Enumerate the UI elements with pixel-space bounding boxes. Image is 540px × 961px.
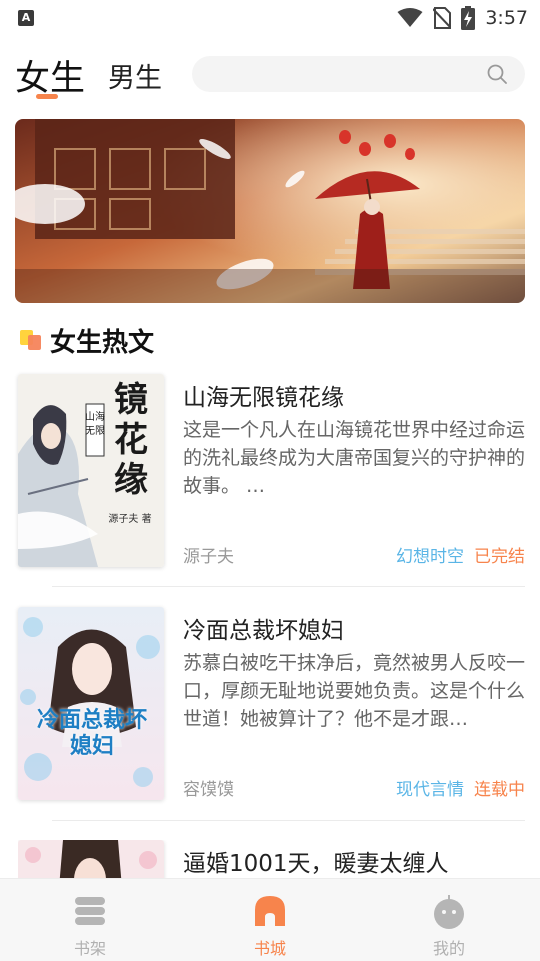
nav-profile[interactable]: 我的 bbox=[399, 889, 499, 959]
book-tags: 现代言情 连载中 bbox=[396, 775, 525, 800]
divider bbox=[52, 820, 525, 821]
book-cover[interactable]: 山海 无限 镜花缘 源子夫 著 bbox=[18, 374, 164, 567]
search-bar[interactable] bbox=[192, 56, 525, 92]
section-icon bbox=[20, 329, 42, 351]
nav-label: 我的 bbox=[432, 939, 465, 958]
nav-bookshelf[interactable]: 书架 bbox=[40, 889, 140, 959]
active-tab-indicator bbox=[36, 94, 58, 99]
book-tags: 幻想时空 已完结 bbox=[396, 542, 525, 567]
promo-banner[interactable] bbox=[15, 119, 525, 303]
no-sim-icon bbox=[433, 7, 452, 29]
svg-text:无限: 无限 bbox=[85, 425, 105, 437]
book-item[interactable]: 山海 无限 镜花缘 源子夫 著 山海无限镜花缘 这是一个凡人在山海镜花世界中经过… bbox=[18, 374, 525, 572]
book-item[interactable]: 逼婚1001天，暖妻太缠人 bbox=[18, 840, 525, 878]
cover-author: 源子夫 著 bbox=[108, 514, 152, 525]
book-title[interactable]: 逼婚1001天，暖妻太缠人 bbox=[183, 844, 449, 878]
divider bbox=[52, 586, 525, 587]
book-author: 容馍馍 bbox=[183, 780, 234, 800]
bottom-nav: 书架 书城 我的 bbox=[0, 878, 540, 961]
search-icon[interactable] bbox=[487, 64, 507, 84]
status-icons: 3:57 bbox=[397, 5, 528, 31]
header: 女生 男生 bbox=[0, 44, 540, 104]
book-item[interactable]: 冷面总裁坏媳妇 冷面总裁坏媳妇 苏慕白被吃干抹净后，竟然被男人反咬一口，厚颜无耻… bbox=[18, 607, 525, 805]
book-cover[interactable]: 冷面总裁坏媳妇 bbox=[18, 607, 164, 800]
book-cover[interactable] bbox=[18, 840, 164, 878]
section-header: 女生热文 bbox=[20, 322, 154, 358]
app-notification-icon: A bbox=[18, 10, 34, 26]
book-description: 苏慕白被吃干抹净后，竟然被男人反咬一口，厚颜无耻地说要她负责。这是个什么世道！她… bbox=[183, 652, 525, 730]
cover-title: 镜花缘 bbox=[114, 380, 148, 500]
profile-icon bbox=[434, 895, 464, 929]
cover-subtitle: 山海 bbox=[85, 410, 105, 423]
section-title: 女生热文 bbox=[50, 327, 155, 358]
status-bar: A 3:57 bbox=[0, 0, 540, 36]
book-description: 这是一个凡人在山海镜花世界中经过命运的洗礼最终成为大唐帝国复兴的守护神的故事。 … bbox=[183, 419, 525, 497]
banner-illustration bbox=[15, 119, 525, 303]
nav-label: 书架 bbox=[73, 939, 106, 958]
status-tag: 已完结 bbox=[474, 547, 525, 567]
book-title[interactable]: 冷面总裁坏媳妇 bbox=[183, 611, 344, 645]
battery-charging-icon bbox=[461, 6, 476, 30]
nav-bookstore[interactable]: 书城 bbox=[220, 889, 320, 959]
clock: 3:57 bbox=[485, 7, 528, 29]
bookstore-icon bbox=[255, 896, 285, 926]
nav-label: 书城 bbox=[253, 939, 286, 958]
genre-tag[interactable]: 幻想时空 bbox=[396, 547, 464, 567]
book-author: 源子夫 bbox=[183, 547, 234, 567]
wifi-icon bbox=[397, 8, 423, 27]
status-tag: 连载中 bbox=[474, 780, 525, 800]
cover-title: 冷面总裁坏媳妇 bbox=[36, 707, 147, 759]
book-title[interactable]: 山海无限镜花缘 bbox=[183, 378, 344, 412]
tab-male[interactable]: 男生 bbox=[108, 56, 162, 95]
bookshelf-icon bbox=[75, 897, 105, 925]
genre-tag[interactable]: 现代言情 bbox=[396, 780, 464, 800]
